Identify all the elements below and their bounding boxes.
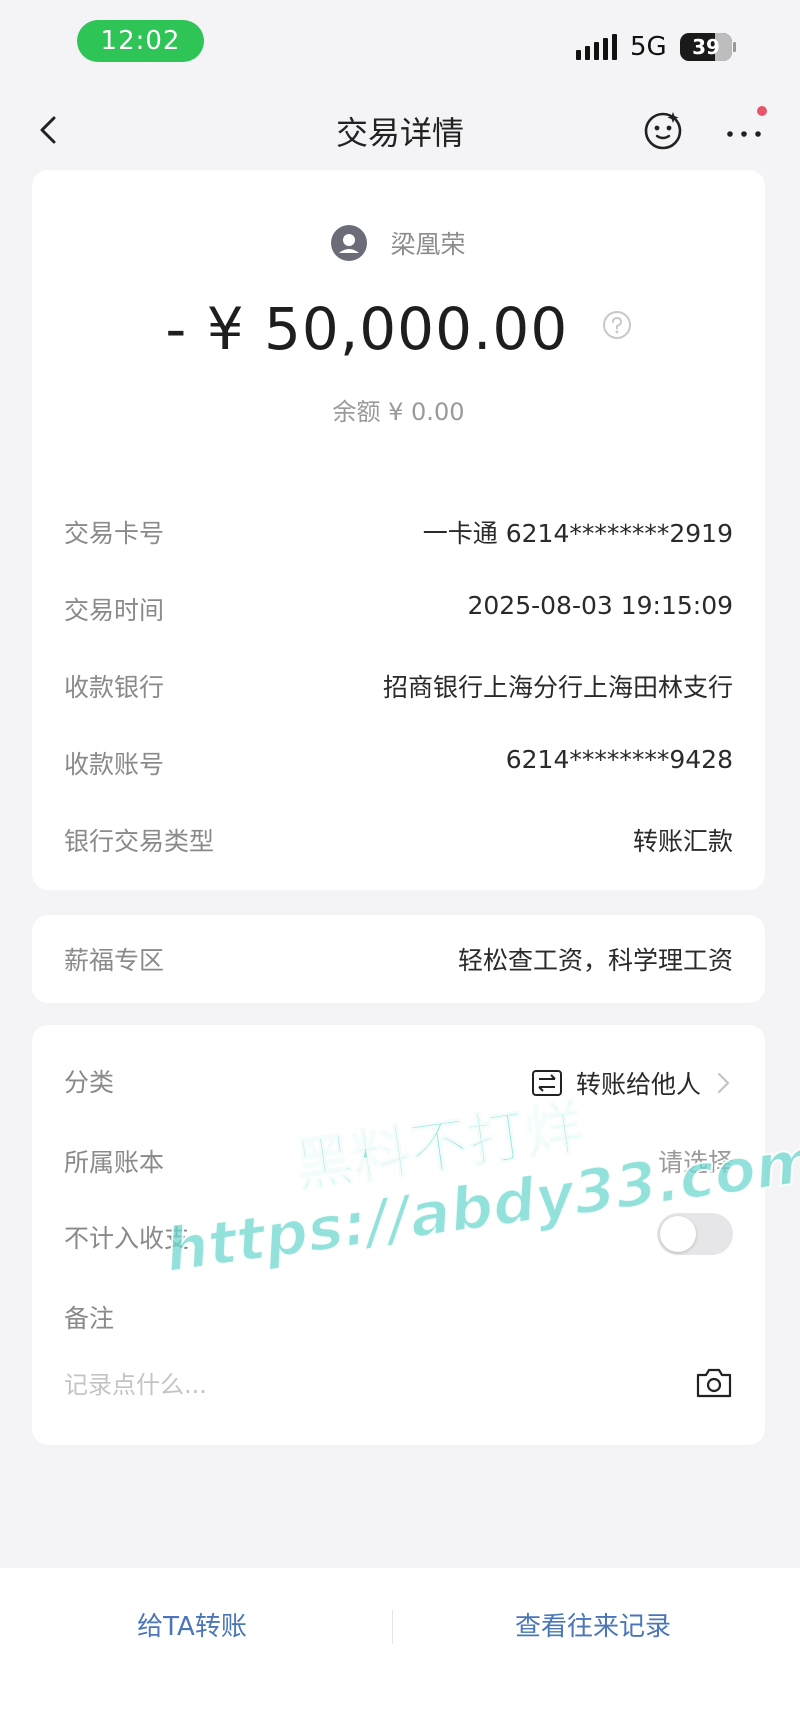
- navigation-bar: 交易详情: [0, 90, 800, 170]
- exclude-label: 不计入收支: [64, 1224, 190, 1253]
- payee-name: 梁凰荣: [390, 230, 466, 259]
- toggle-knob: [660, 1216, 696, 1252]
- balance-text: 余额 ¥ 0.00: [332, 398, 465, 426]
- salary-value: 轻松查工资，科学理工资: [457, 946, 733, 975]
- transfer-to-payee-button[interactable]: 给TA转账: [0, 1606, 392, 1643]
- detail-row-transaction-type: 银行交易类型 转账汇款: [64, 822, 733, 862]
- memo-input[interactable]: [64, 1365, 624, 1405]
- category-label: 分类: [64, 1068, 115, 1097]
- amount-value: - ¥ 50,000.00: [165, 295, 569, 363]
- detail-value: 招商银行上海分行上海田林支行: [382, 673, 733, 702]
- avatar: [331, 225, 368, 261]
- detail-value: 转账汇款: [632, 827, 733, 856]
- notification-dot: [757, 106, 767, 116]
- chevron-right-icon: [717, 1072, 730, 1094]
- record-settings-card: 分类 转账给他人 所属账本 请选择 不计入收支 备注: [32, 1025, 765, 1445]
- salary-label: 薪福专区: [64, 946, 165, 975]
- battery-icon: 39: [680, 33, 732, 61]
- detail-value: 6214********9428: [505, 745, 733, 774]
- ledger-label: 所属账本: [64, 1148, 165, 1177]
- detail-label: 收款银行: [64, 673, 165, 702]
- salary-row[interactable]: 薪福专区 轻松查工资，科学理工资: [64, 941, 733, 981]
- status-bar: 12:02 5G 39: [0, 0, 800, 90]
- category-value: 转账给他人: [575, 1070, 701, 1099]
- salary-zone-card[interactable]: 薪福专区 轻松查工资，科学理工资: [32, 915, 765, 1003]
- payee: 梁凰荣: [32, 225, 765, 265]
- robot-assistant-icon[interactable]: [641, 108, 685, 152]
- exclude-toggle[interactable]: [657, 1213, 733, 1255]
- memo-row: 备注: [64, 1299, 733, 1339]
- exclude-row: 不计入收支: [64, 1219, 733, 1259]
- detail-row-card-number: 交易卡号 一卡通 6214********2919: [64, 514, 733, 554]
- battery-level: 39: [692, 35, 720, 59]
- view-history-button[interactable]: 查看往来记录: [393, 1606, 793, 1643]
- ledger-row[interactable]: 所属账本 请选择: [64, 1143, 733, 1183]
- memo-label: 备注: [64, 1304, 115, 1333]
- status-time: 12:02: [77, 20, 204, 62]
- transfer-icon: [531, 1070, 562, 1096]
- detail-label: 交易卡号: [64, 519, 165, 548]
- battery-tip: [733, 42, 736, 52]
- detail-row-receiving-bank: 收款银行 招商银行上海分行上海田林支行: [64, 668, 733, 708]
- transaction-card: 梁凰荣 - ¥ 50,000.00 余额 ¥ 0.00 交易卡号 一卡通 621…: [32, 170, 765, 890]
- detail-row-receiving-account: 收款账号 6214********9428: [64, 745, 733, 785]
- detail-value: 一卡通 6214********2919: [422, 519, 733, 548]
- help-icon[interactable]: [602, 310, 632, 340]
- bottom-action-bar: 给TA转账 查看往来记录: [0, 1568, 800, 1735]
- network-type: 5G: [630, 32, 667, 62]
- camera-icon[interactable]: [695, 1367, 733, 1399]
- detail-label: 银行交易类型: [64, 827, 215, 856]
- detail-value: 2025-08-03 19:15:09: [467, 591, 733, 620]
- transaction-amount: - ¥ 50,000.00: [32, 295, 765, 363]
- ledger-select[interactable]: 请选择: [658, 1143, 733, 1179]
- category-selector[interactable]: 转账给他人: [531, 1063, 733, 1103]
- detail-row-time: 交易时间 2025-08-03 19:15:09: [64, 591, 733, 631]
- detail-label: 交易时间: [64, 596, 165, 625]
- signal-icon: [576, 34, 618, 60]
- detail-label: 收款账号: [64, 750, 165, 779]
